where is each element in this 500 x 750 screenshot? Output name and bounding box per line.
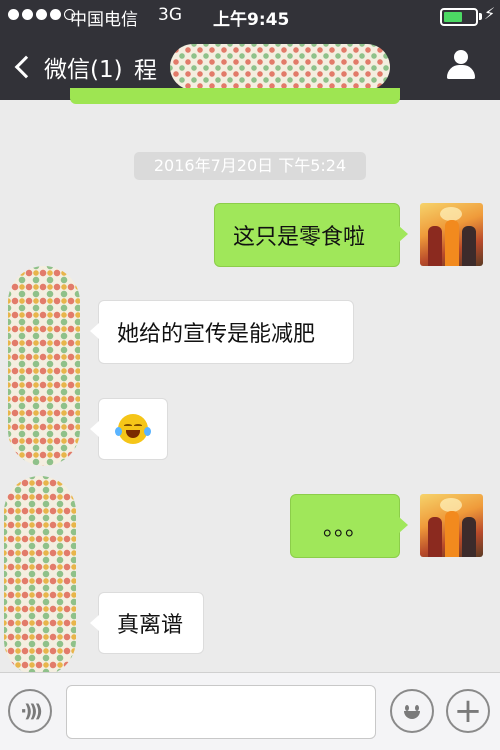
battery-fill [444, 12, 462, 22]
chat-title: 程 [134, 58, 157, 84]
back-label: 微信(1) [44, 57, 123, 83]
message-text: 真离谱 [117, 613, 184, 638]
chat-area[interactable]: 2016年7月20日 下午5:24 这只是零食啦 她给的宣传是能减肥 。。。 真… [0, 100, 500, 672]
tears-of-joy-emoji-icon [115, 414, 151, 444]
message-bubble-incoming[interactable] [90, 398, 168, 460]
my-avatar[interactable] [420, 494, 483, 557]
chevron-left-icon [14, 55, 38, 79]
voice-button[interactable]: ·))) [8, 689, 52, 733]
message-bubble-outgoing[interactable]: 这只是零食啦 [214, 203, 408, 267]
input-bar: ·))) + [0, 672, 500, 750]
battery-tip [479, 13, 482, 20]
charging-bolt-icon: ⚡ [484, 4, 496, 23]
message-text: 。。。 [322, 516, 367, 541]
my-avatar[interactable] [420, 203, 483, 266]
redaction-mask [170, 44, 390, 90]
emoji-button[interactable] [390, 689, 434, 733]
emoji-face-icon [400, 699, 424, 723]
message-text: 她给的宣传是能减肥 [117, 322, 316, 347]
plus-icon: + [453, 691, 483, 731]
back-button[interactable]: 微信(1) [14, 50, 123, 84]
signal-strength-icon [8, 9, 75, 20]
message-bubble-incoming[interactable]: 她给的宣传是能减肥 [90, 300, 354, 364]
person-icon[interactable] [446, 50, 476, 80]
voice-icon: ·))) [20, 700, 42, 722]
plus-button[interactable]: + [446, 689, 490, 733]
status-time: 上午9:45 [213, 10, 290, 30]
network-type: 3G [158, 5, 182, 25]
message-text: 这只是零食啦 [233, 225, 366, 250]
battery-icon [440, 8, 478, 26]
status-bar: 中国电信 3G 上午9:45 ⚡ [0, 0, 500, 32]
message-timestamp: 2016年7月20日 下午5:24 [134, 152, 366, 180]
redaction-mask [4, 476, 76, 672]
carrier-label: 中国电信 [70, 10, 138, 30]
message-input[interactable] [66, 685, 376, 739]
message-bubble-outgoing[interactable]: 。。。 [290, 494, 408, 558]
top-bar: 中国电信 3G 上午9:45 ⚡ 微信(1) 程 [0, 0, 500, 104]
redaction-mask [8, 266, 80, 466]
message-bubble-incoming[interactable]: 真离谱 [90, 592, 204, 654]
